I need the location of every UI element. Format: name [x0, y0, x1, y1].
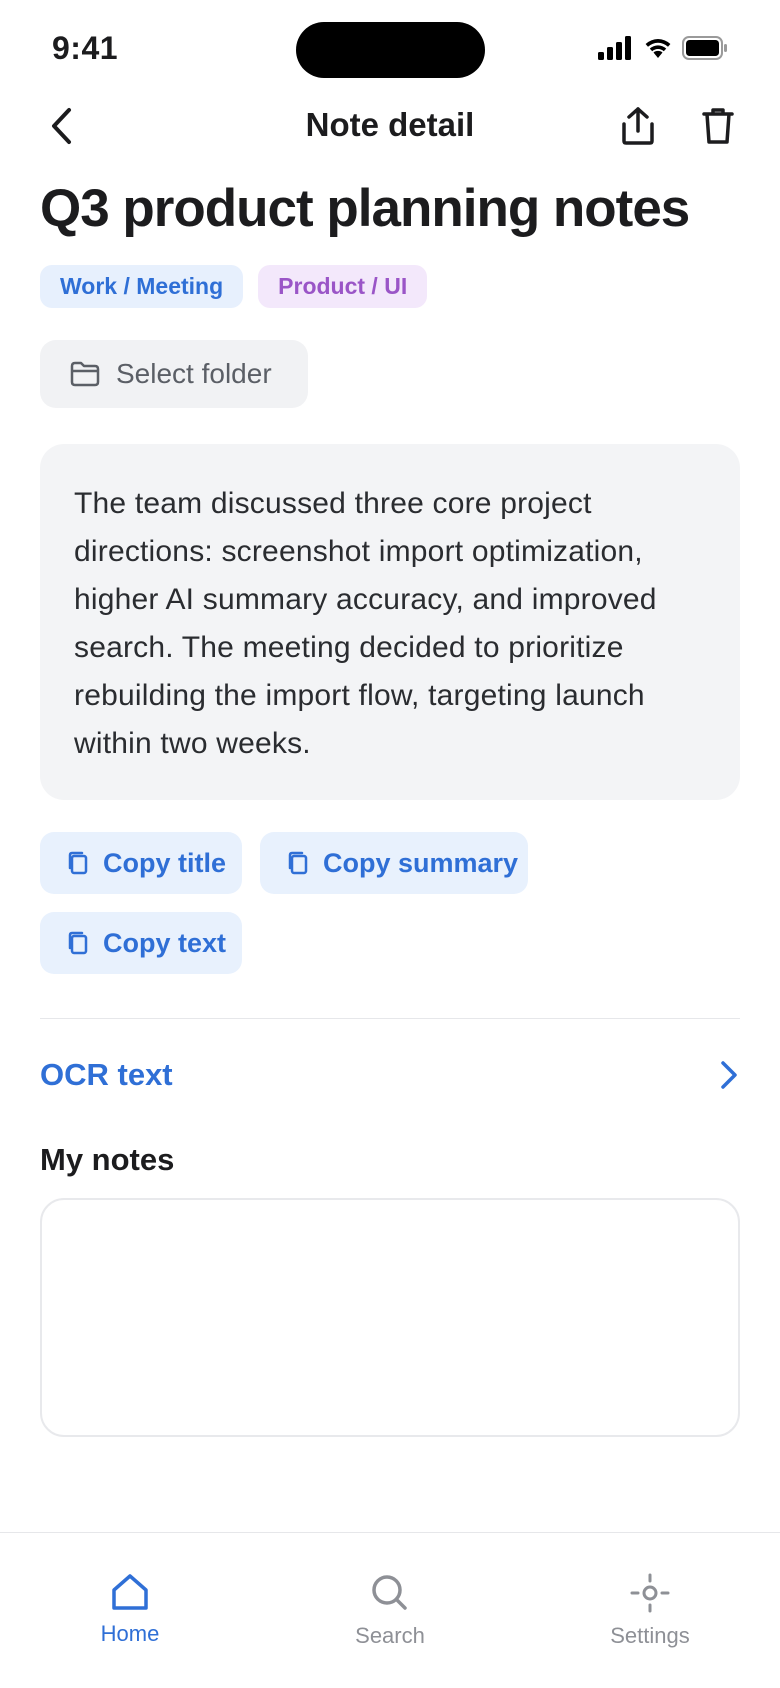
- share-button[interactable]: [618, 102, 658, 150]
- tab-search[interactable]: Search: [315, 1573, 465, 1649]
- delete-button[interactable]: [698, 102, 738, 150]
- chevron-right-icon: [721, 1061, 737, 1089]
- tag-work-meeting[interactable]: Work / Meeting: [40, 265, 244, 308]
- dynamic-island: [296, 22, 485, 78]
- tag-list: Work / Meeting Product / UI: [40, 265, 428, 308]
- ocr-text-label: OCR text: [40, 1057, 173, 1092]
- summary-text: The team discussed three core project di…: [74, 487, 657, 760]
- tab-search-label: Search: [355, 1623, 425, 1648]
- ocr-text-row[interactable]: OCR text: [40, 1050, 740, 1100]
- battery-icon: [682, 36, 727, 60]
- status-time: 9:41: [52, 30, 119, 66]
- tab-settings[interactable]: Settings: [575, 1573, 725, 1649]
- select-folder-label: Select folder: [116, 358, 272, 389]
- note-detail-screen: 9:41 Note detail Q3 product planning not…: [0, 0, 780, 1688]
- copy-text-label: Copy text: [103, 927, 227, 958]
- note-title: Q3 product planning notes: [40, 179, 690, 238]
- share-icon: [622, 107, 654, 145]
- my-notes-input[interactable]: [40, 1198, 740, 1437]
- copy-icon: [68, 931, 88, 955]
- tab-settings-label: Settings: [610, 1623, 690, 1648]
- divider: [40, 1018, 740, 1019]
- copy-summary-button[interactable]: Copy summary: [260, 832, 528, 894]
- home-icon: [112, 1574, 148, 1610]
- trash-icon: [702, 108, 734, 144]
- tab-home-label: Home: [100, 1621, 160, 1646]
- copy-text-button[interactable]: Copy text: [40, 912, 242, 974]
- copy-title-button[interactable]: Copy title: [40, 832, 242, 894]
- copy-summary-label: Copy summary: [323, 847, 519, 878]
- nav-title: Note detail: [305, 106, 475, 143]
- settings-icon: [630, 1573, 670, 1613]
- tab-bar: Home Search Settings: [0, 1532, 780, 1688]
- my-notes-heading: My notes: [40, 1142, 175, 1177]
- folder-icon: [70, 361, 100, 387]
- copy-title-label: Copy title: [103, 847, 227, 878]
- tag-product-ui[interactable]: Product / UI: [258, 265, 428, 308]
- search-icon: [372, 1575, 407, 1610]
- status-icons: [598, 36, 728, 60]
- copy-icon: [288, 851, 308, 875]
- wifi-icon: [645, 39, 671, 58]
- signal-icon: [598, 36, 631, 60]
- copy-icon: [68, 851, 88, 875]
- tab-home[interactable]: Home: [55, 1573, 205, 1647]
- summary-card: The team discussed three core project di…: [40, 444, 740, 800]
- select-folder-button[interactable]: Select folder: [40, 340, 308, 408]
